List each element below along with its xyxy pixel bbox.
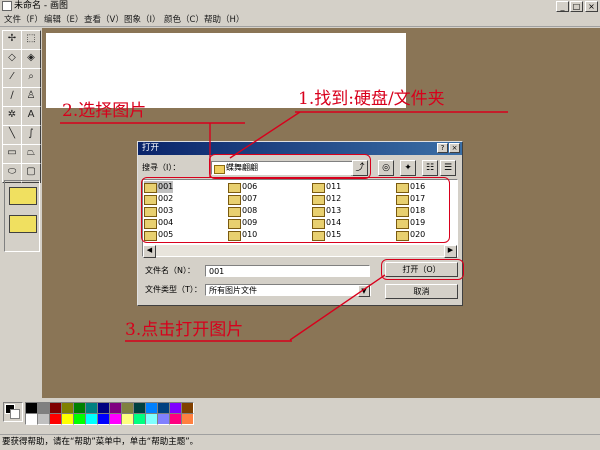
- filetype-select[interactable]: 所有图片文件 ▼: [205, 284, 371, 297]
- step2-annotation: 2.选择图片: [62, 101, 147, 121]
- status-text: 要获得帮助，请在“帮助”菜单中，单击“帮助主题”。: [2, 437, 199, 447]
- list-view-icon[interactable]: ☷: [422, 160, 438, 176]
- dialog-close-button[interactable]: ×: [449, 143, 460, 153]
- step1-annotation: 1.找到:硬盘/文件夹: [298, 89, 445, 109]
- palette-swatch[interactable]: [181, 413, 194, 425]
- menu-help[interactable]: 帮助（H）: [204, 14, 244, 26]
- lookin-highlight-frame: [209, 154, 371, 179]
- title-bar: [0, 0, 600, 13]
- menu-edit[interactable]: 编辑（E）: [44, 14, 83, 26]
- menu-colors[interactable]: 颜色（C）: [164, 14, 204, 26]
- tool-options-box[interactable]: [4, 180, 40, 252]
- transparent-mode-icon[interactable]: [9, 215, 37, 233]
- filetype-label: 文件类型（T）：: [145, 285, 202, 294]
- horizontal-scrollbar[interactable]: ◀ ▶: [143, 245, 457, 258]
- tool-polygon-icon[interactable]: ⏢: [21, 144, 41, 164]
- filelist-highlight-frame: [141, 177, 450, 243]
- background-color: [10, 409, 20, 419]
- opaque-mode-icon[interactable]: [9, 187, 37, 205]
- tool-free-select-icon[interactable]: ✢: [2, 30, 22, 50]
- cancel-button[interactable]: 取消: [385, 284, 458, 299]
- tool-eraser-icon[interactable]: ◇: [2, 49, 22, 69]
- tool-magnifier-icon[interactable]: ⌕: [21, 68, 41, 88]
- tool-rectangle-icon[interactable]: ▭: [2, 144, 22, 164]
- minimize-button[interactable]: _: [556, 1, 569, 12]
- paint-app-icon: [2, 1, 12, 11]
- scroll-right-icon[interactable]: ▶: [444, 245, 457, 258]
- tool-fill-icon[interactable]: ◈: [21, 49, 41, 69]
- menu-bar: 文件（F） 编辑（E） 查看（V） 图象（I） 颜色（C） 帮助（H）: [0, 13, 600, 27]
- step3-annotation: 3.点击打开图片: [125, 320, 244, 340]
- tool-brush-icon[interactable]: ♙: [21, 87, 41, 107]
- filename-label: 文件名（N）：: [145, 266, 195, 275]
- new-folder-icon[interactable]: ✦: [400, 160, 416, 176]
- tool-curve-icon[interactable]: ∫: [21, 125, 41, 145]
- tool-pick-color-icon[interactable]: ⁄: [2, 68, 22, 88]
- maximize-button[interactable]: □: [570, 1, 583, 12]
- menu-file[interactable]: 文件（F）: [4, 14, 43, 26]
- desktop-icon[interactable]: ◎: [378, 160, 394, 176]
- filetype-value: 所有图片文件: [209, 286, 257, 295]
- look-in-label: 搜寻（I）：: [142, 163, 181, 172]
- details-view-icon[interactable]: ☰: [440, 160, 456, 176]
- menu-view[interactable]: 查看（V）: [84, 14, 124, 26]
- scroll-left-icon[interactable]: ◀: [143, 245, 156, 258]
- window-title: 未命名 - 画图: [14, 1, 68, 11]
- tool-airbrush-icon[interactable]: ✲: [2, 106, 22, 126]
- menu-image[interactable]: 图象（I）: [124, 14, 161, 26]
- tool-line-icon[interactable]: ╲: [2, 125, 22, 145]
- tool-select-icon[interactable]: ⬚: [21, 30, 41, 50]
- close-button[interactable]: ×: [585, 1, 598, 12]
- filename-input[interactable]: 001: [205, 265, 370, 277]
- toolbox: ✢ ⬚ ◇ ◈ ⁄ ⌕ ∕ ♙ ✲ A ╲ ∫ ▭ ⏢ ⬭ ▢: [0, 28, 42, 398]
- dialog-help-button[interactable]: ?: [437, 143, 448, 153]
- chevron-down-icon[interactable]: ▼: [358, 285, 370, 297]
- tool-text-icon[interactable]: A: [21, 106, 41, 126]
- tool-pencil-icon[interactable]: ∕: [2, 87, 22, 107]
- open-button-highlight-frame: [381, 259, 464, 280]
